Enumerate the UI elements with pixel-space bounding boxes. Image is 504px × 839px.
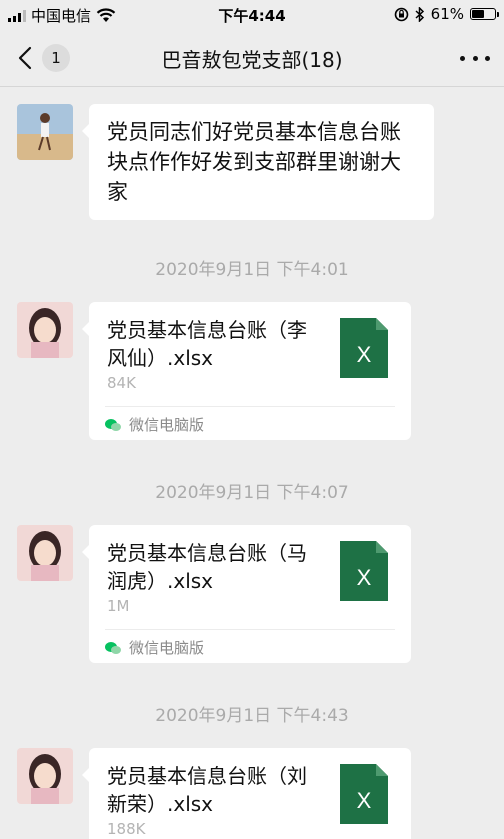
chat-title: 巴音敖包党支部(18)	[161, 48, 343, 72]
file-message-bubble[interactable]: 党员基本信息台账（马润虎）.xlsx 1M X 微信电脑版	[82, 525, 411, 663]
message-timestamp: 2020年9月1日 下午4:43	[155, 706, 349, 726]
file-message-bubble[interactable]: 党员基本信息台账（李风仙）.xlsx 84K X 微信电脑版	[82, 302, 411, 440]
file-size: 84K	[107, 374, 136, 392]
sender-avatar[interactable]	[17, 748, 73, 804]
sender-avatar[interactable]	[17, 302, 73, 358]
file-message-bubble[interactable]: 党员基本信息台账（刘新荣）.xlsx 188K X	[82, 748, 411, 839]
orientation-lock-icon	[394, 7, 408, 21]
wechat-icon	[105, 418, 121, 431]
svg-text:X: X	[357, 565, 372, 590]
wechat-icon	[105, 641, 121, 654]
file-source: 微信电脑版	[105, 414, 204, 435]
file-size: 188K	[107, 820, 146, 838]
message-text: 党员同志们好党员基本信息台账块点作作好发到支部群里谢谢大家	[107, 120, 401, 204]
message-timestamp: 2020年9月1日 下午4:07	[155, 483, 349, 503]
file-name: 党员基本信息台账（马润虎）.xlsx	[107, 541, 307, 593]
file-name: 党员基本信息台账（李风仙）.xlsx	[107, 318, 307, 370]
header-divider	[0, 86, 504, 87]
status-bar: 中国电信 下午4:44 61%	[0, 0, 504, 30]
svg-text:X: X	[357, 788, 372, 813]
more-icon	[460, 55, 465, 61]
battery-icon	[470, 8, 499, 20]
file-name: 党员基本信息台账（刘新荣）.xlsx	[107, 764, 307, 816]
svg-text:X: X	[357, 342, 372, 367]
excel-file-icon: X	[340, 318, 388, 378]
battery-fill	[472, 10, 484, 18]
status-right: 61%	[394, 5, 499, 23]
message-timestamp: 2020年9月1日 下午4:01	[155, 260, 349, 280]
file-divider	[105, 629, 395, 630]
battery-percent: 61%	[430, 5, 464, 23]
chat-header: 1 巴音敖包党支部(18)	[0, 30, 504, 86]
sender-avatar[interactable]	[17, 525, 73, 581]
text-message-bubble[interactable]: 党员同志们好党员基本信息台账块点作作好发到支部群里谢谢大家	[82, 104, 434, 220]
sender-avatar[interactable]	[17, 104, 73, 160]
file-divider	[105, 406, 395, 407]
file-source: 微信电脑版	[105, 637, 204, 658]
file-source-label: 微信电脑版	[129, 416, 205, 434]
file-size: 1M	[107, 597, 130, 615]
more-button[interactable]	[460, 44, 490, 72]
file-source-label: 微信电脑版	[129, 639, 205, 657]
bluetooth-icon	[415, 6, 424, 22]
excel-file-icon: X	[340, 764, 388, 824]
excel-file-icon: X	[340, 541, 388, 601]
